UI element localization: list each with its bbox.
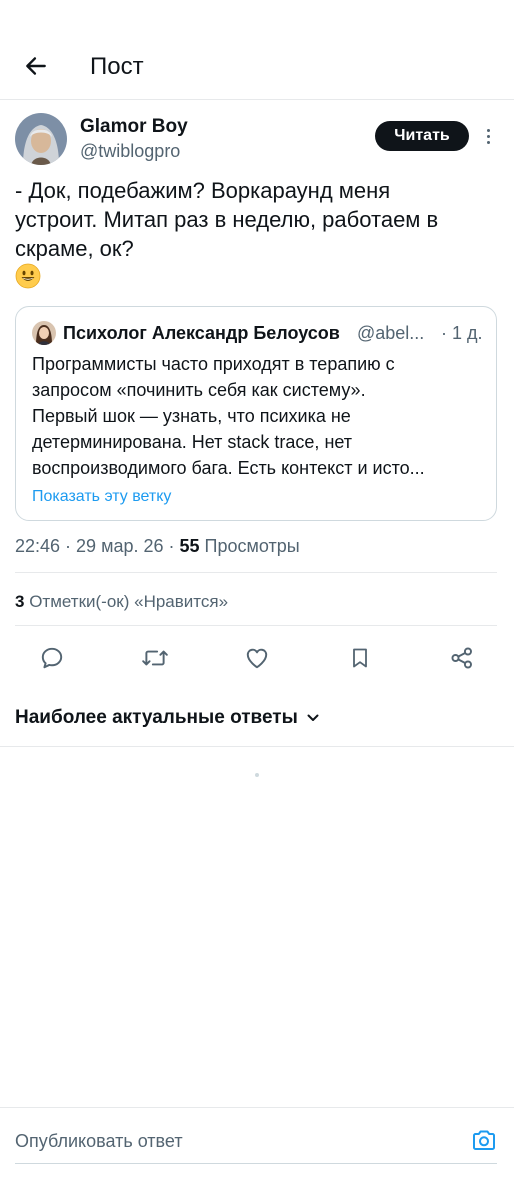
show-thread-link[interactable]: Показать эту ветку [32, 487, 171, 507]
top-bar: Пост [0, 0, 514, 100]
views-count: 55 [179, 536, 200, 556]
quote-text-line: Программисты часто приходят в терапию с [32, 354, 395, 374]
reply-composer [0, 1107, 514, 1200]
loading-indicator [255, 773, 259, 777]
author-name[interactable]: Glamor Boy [80, 116, 188, 138]
quote-text-line: детерминирована. Нет stack trace, нет [32, 432, 353, 452]
reply-input[interactable] [15, 1126, 455, 1156]
divider [0, 746, 514, 747]
replies-sort-dropdown[interactable]: Наиболее актуальные ответы [15, 706, 320, 730]
quote-author-name: Психолог Александр Белоусов [63, 323, 340, 343]
replies-sort-label: Наиболее актуальные ответы [15, 707, 298, 728]
more-options-button[interactable] [478, 122, 498, 150]
tweet-text-body: - Док, подебажим? Воркараунд меня устрои… [15, 178, 439, 261]
chevron-down-icon [307, 714, 319, 721]
quote-text: Программисты часто приходят в терапию с … [32, 351, 484, 481]
camera-icon [473, 1130, 495, 1150]
input-underline [15, 1163, 497, 1164]
tweet-time: 22:46 [15, 536, 61, 556]
quote-author-handle: @abel... [357, 323, 425, 343]
like-icon [246, 648, 268, 669]
tweet-text: - Док, подебажим? Воркараунд меня устрои… [15, 176, 505, 292]
author-handle[interactable]: @twiblogpro [80, 140, 180, 162]
more-dots-icon [486, 128, 490, 132]
tweet-date: 29 мар. 26 [76, 536, 164, 556]
share-button[interactable] [447, 643, 477, 673]
quoted-tweet[interactable]: Психолог Александр Белоусов @abel... · 1… [15, 306, 497, 521]
bookmark-icon [353, 648, 367, 668]
page-title: Пост [90, 53, 144, 80]
quote-avatar [32, 321, 56, 345]
avatar[interactable] [15, 113, 67, 165]
bookmark-button[interactable] [345, 643, 375, 673]
arrow-left-icon [26, 57, 46, 75]
quote-text-line: воспроизводимого бага. Есть контекст и и… [32, 458, 425, 478]
likes-count: 3 [15, 592, 25, 611]
quote-time: · 1 д. [441, 323, 483, 343]
quote-text-line: Первый шок — узнать, что психика не [32, 406, 351, 426]
likes-summary[interactable]: 3 Отметки(-ок) «Нравится» [15, 591, 228, 613]
back-button[interactable] [20, 50, 52, 82]
camera-button[interactable] [470, 1126, 498, 1154]
reply-button[interactable] [37, 643, 67, 673]
retweet-button[interactable] [140, 643, 170, 673]
follow-button[interactable]: Читать [375, 121, 469, 151]
grinning-emoji-icon [15, 263, 41, 289]
likes-label: Отметки(-ок) «Нравится» [29, 592, 229, 611]
retweet-icon [142, 650, 168, 666]
share-icon [451, 647, 472, 669]
views-label: Просмотры [204, 536, 300, 556]
divider [15, 625, 497, 626]
divider [15, 572, 497, 573]
reply-icon [41, 647, 63, 669]
like-button[interactable] [242, 643, 272, 673]
quote-text-line: запросом «починить себя как систему». [32, 380, 366, 400]
tweet-meta: 22:46 · 29 мар. 26 · 55 Просмотры [15, 536, 300, 556]
